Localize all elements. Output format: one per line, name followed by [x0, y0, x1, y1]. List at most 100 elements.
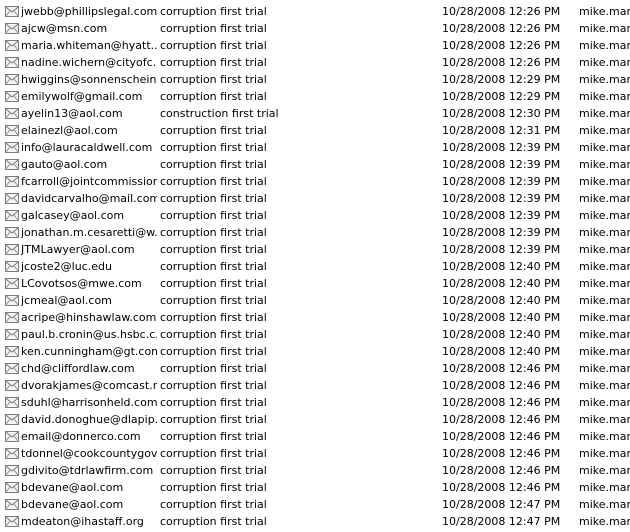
envelope-icon — [4, 224, 20, 241]
message-row[interactable]: info@lauracaldwell.com corruption first t… — [0, 139, 630, 156]
sender-cell: elainezl@aol.com — [21, 124, 118, 137]
subject-cell: corruption first trial — [160, 294, 267, 307]
user-cell: mike.mars — [579, 226, 630, 239]
user-cell: mike.mars — [579, 515, 630, 528]
message-row[interactable]: ayelin13@aol.com construction first trial… — [0, 105, 630, 122]
user-cell: mike.mars — [579, 56, 630, 69]
sender-cell: jwebb@phillipslegal.com — [21, 5, 157, 18]
message-row[interactable]: galcasey@aol.com corruption first trial 10… — [0, 207, 630, 224]
user-cell: mike.mars — [579, 175, 630, 188]
user-cell: mike.mars — [579, 498, 630, 511]
message-row[interactable]: elainezl@aol.com corruption first trial 10… — [0, 122, 630, 139]
sender-cell: jcmeal@aol.com — [21, 294, 112, 307]
user-cell: mike.mars — [579, 90, 630, 103]
message-row[interactable]: LCovotsos@mwe.com corruption first trial 1… — [0, 275, 630, 292]
message-row[interactable]: gauto@aol.com corruption first trial 10/28… — [0, 156, 630, 173]
message-row[interactable]: gdivito@tdrlawfirm.com corruption first t… — [0, 462, 630, 479]
sender-cell: info@lauracaldwell.com — [21, 141, 153, 154]
date-cell: 10/28/2008 12:39 PM — [442, 226, 561, 239]
envelope-icon — [4, 122, 20, 139]
envelope-icon — [4, 241, 20, 258]
subject-cell: corruption first trial — [160, 447, 267, 460]
sender-cell: gdivito@tdrlawfirm.com — [21, 464, 154, 477]
subject-cell: corruption first trial — [160, 243, 267, 256]
user-cell: mike.mars — [579, 311, 630, 324]
message-row[interactable]: acripe@hinshawlaw.com corruption first tr… — [0, 309, 630, 326]
message-row[interactable]: email@donnerco.com corruption first trial… — [0, 428, 630, 445]
user-cell: mike.mars — [579, 107, 630, 120]
subject-cell: corruption first trial — [160, 362, 267, 375]
message-row[interactable]: tdonnel@cookcountygov.... corruption firs… — [0, 445, 630, 462]
message-row[interactable]: jcmeal@aol.com corruption first trial 10/2… — [0, 292, 630, 309]
envelope-icon — [4, 343, 20, 360]
subject-cell: corruption first trial — [160, 73, 267, 86]
date-cell: 10/28/2008 12:40 PM — [442, 311, 561, 324]
user-cell: mike.mars — [579, 39, 630, 52]
envelope-icon — [4, 207, 20, 224]
message-row[interactable]: davidcarvalho@mail.com corruption first t… — [0, 190, 630, 207]
message-row[interactable]: jcoste2@luc.edu corruption first trial 10/… — [0, 258, 630, 275]
subject-cell: corruption first trial — [160, 277, 267, 290]
message-row[interactable]: fcarroll@jointcommission....corruption f… — [0, 173, 630, 190]
user-cell: mike.mars — [579, 124, 630, 137]
date-cell: 10/28/2008 12:40 PM — [442, 345, 561, 358]
message-list: jwebb@phillipslegal.com corruption first … — [0, 0, 630, 532]
user-cell: mike.mars — [579, 413, 630, 426]
message-row[interactable]: paul.b.cronin@us.hsbc.c... corruption fir… — [0, 326, 630, 343]
user-cell: mike.mars — [579, 5, 630, 18]
envelope-icon — [4, 20, 20, 37]
message-row[interactable]: maria.whiteman@hyatt.... corruption first… — [0, 37, 630, 54]
message-row[interactable]: emilywolf@gmail.com corruption first tria… — [0, 88, 630, 105]
message-row[interactable]: mdeaton@ihastaff.org corruption first tri… — [0, 513, 630, 530]
date-cell: 10/28/2008 12:40 PM — [442, 277, 561, 290]
message-row[interactable]: bdevane@aol.com corruption first trial 10/… — [0, 479, 630, 496]
user-cell: mike.mars — [579, 379, 630, 392]
message-row[interactable]: ajcw@msn.com corruption first trial 10/28/… — [0, 20, 630, 37]
sender-cell: maria.whiteman@hyatt.... — [21, 39, 157, 52]
sender-cell: fcarroll@jointcommission.... — [21, 175, 157, 188]
message-row[interactable]: jonathan.m.cesaretti@w... corruption firs… — [0, 224, 630, 241]
envelope-icon — [4, 71, 20, 88]
subject-cell: corruption first trial — [160, 515, 267, 528]
envelope-icon — [4, 88, 20, 105]
sender-cell: email@donnerco.com — [21, 430, 141, 443]
message-row[interactable]: ken.cunningham@gt.com corruption first tr… — [0, 343, 630, 360]
message-row[interactable]: chd@cliffordlaw.com corruption first tria… — [0, 360, 630, 377]
message-row[interactable]: JTMLawyer@aol.com corruption first trial 1… — [0, 241, 630, 258]
date-cell: 10/28/2008 12:26 PM — [442, 5, 561, 18]
date-cell: 10/28/2008 12:39 PM — [442, 175, 561, 188]
subject-cell: corruption first trial — [160, 192, 267, 205]
message-row[interactable]: nadine.wichern@cityofc... corruption firs… — [0, 54, 630, 71]
envelope-icon — [4, 258, 20, 275]
sender-cell: emilywolf@gmail.com — [21, 90, 143, 103]
sender-cell: tdonnel@cookcountygov.... — [21, 447, 157, 460]
subject-cell: corruption first trial — [160, 260, 267, 273]
date-cell: 10/28/2008 12:46 PM — [442, 481, 561, 494]
sender-cell: bdevane@aol.com — [21, 481, 124, 494]
envelope-icon — [4, 190, 20, 207]
subject-cell: corruption first trial — [160, 90, 267, 103]
user-cell: mike.mars — [579, 396, 630, 409]
message-row[interactable]: sduhl@harrisonheld.com corruption first t… — [0, 394, 630, 411]
subject-cell: corruption first trial — [160, 175, 267, 188]
subject-cell: corruption first trial — [160, 464, 267, 477]
user-cell: mike.mars — [579, 481, 630, 494]
date-cell: 10/28/2008 12:29 PM — [442, 90, 561, 103]
user-cell: mike.mars — [579, 345, 630, 358]
sender-cell: davidcarvalho@mail.com — [21, 192, 157, 205]
envelope-icon — [4, 173, 20, 190]
sender-cell: david.donoghue@dlapip... — [21, 413, 157, 426]
subject-cell: corruption first trial — [160, 345, 267, 358]
date-cell: 10/28/2008 12:26 PM — [442, 39, 561, 52]
sender-cell: chd@cliffordlaw.com — [21, 362, 135, 375]
date-cell: 10/28/2008 12:39 PM — [442, 209, 561, 222]
subject-cell: corruption first trial — [160, 311, 267, 324]
sender-cell: jonathan.m.cesaretti@w... — [21, 226, 157, 239]
message-row[interactable]: jwebb@phillipslegal.com corruption first … — [0, 3, 630, 20]
message-row[interactable]: dvorakjames@comcast.net corruption first … — [0, 377, 630, 394]
message-row[interactable]: bdevane@aol.com corruption first trial 10/… — [0, 496, 630, 513]
envelope-icon — [4, 292, 20, 309]
message-row[interactable]: hwiggins@sonnenschein.... corruption firs… — [0, 71, 630, 88]
date-cell: 10/28/2008 12:39 PM — [442, 158, 561, 171]
message-row[interactable]: david.donoghue@dlapip... corruption first… — [0, 411, 630, 428]
